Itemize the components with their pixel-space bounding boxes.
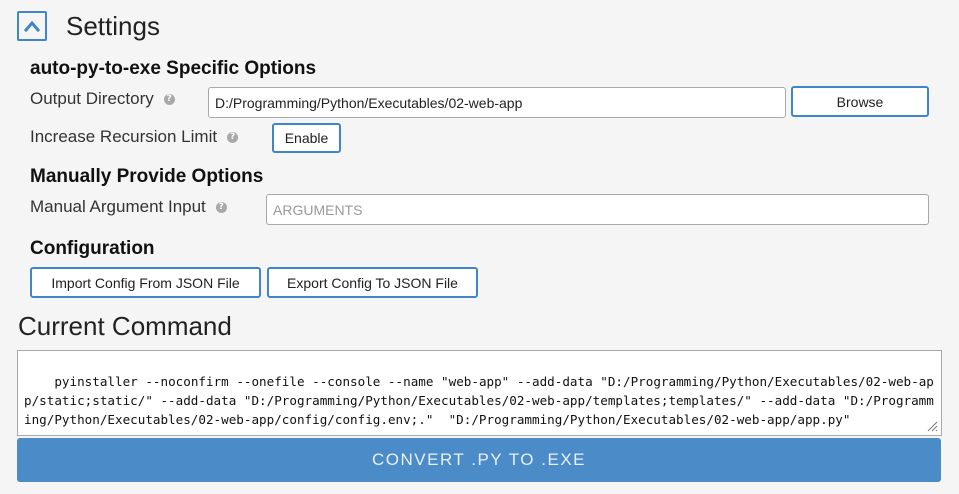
- help-icon[interactable]: ?: [215, 201, 227, 213]
- help-icon[interactable]: ?: [227, 131, 239, 143]
- chevron-up-icon: [24, 20, 40, 32]
- enable-recursion-button[interactable]: Enable: [272, 123, 341, 153]
- output-directory-input[interactable]: [208, 87, 786, 118]
- output-directory-label-row: Output Directory ?: [30, 88, 175, 110]
- recursion-label-row: Increase Recursion Limit ?: [30, 126, 239, 148]
- convert-button[interactable]: CONVERT .PY TO .EXE: [17, 438, 941, 482]
- current-command-textarea[interactable]: pyinstaller --noconfirm --onefile --cons…: [17, 350, 942, 436]
- browse-button[interactable]: Browse: [791, 86, 929, 117]
- manual-argument-label: Manual Argument Input: [30, 197, 206, 216]
- manual-options-heading: Manually Provide Options: [30, 166, 264, 187]
- configuration-heading: Configuration: [30, 238, 155, 259]
- help-icon[interactable]: ?: [163, 93, 175, 105]
- settings-collapse-toggle[interactable]: [17, 11, 47, 41]
- manual-argument-label-row: Manual Argument Input ?: [30, 196, 227, 218]
- recursion-limit-label: Increase Recursion Limit: [30, 127, 218, 146]
- settings-header: Settings: [17, 9, 160, 43]
- manual-argument-input[interactable]: [266, 194, 929, 225]
- current-command-heading: Current Command: [18, 311, 232, 341]
- auto-py-to-exe-window: Settings auto-py-to-exe Specific Options…: [0, 0, 959, 494]
- export-config-button[interactable]: Export Config To JSON File: [267, 267, 478, 298]
- import-config-button[interactable]: Import Config From JSON File: [30, 267, 261, 298]
- specific-options-heading: auto-py-to-exe Specific Options: [30, 58, 317, 79]
- current-command-text: pyinstaller --noconfirm --onefile --cons…: [24, 374, 934, 427]
- output-directory-label: Output Directory: [30, 89, 154, 108]
- settings-title: Settings: [66, 11, 160, 41]
- resize-grip-icon[interactable]: [926, 420, 938, 432]
